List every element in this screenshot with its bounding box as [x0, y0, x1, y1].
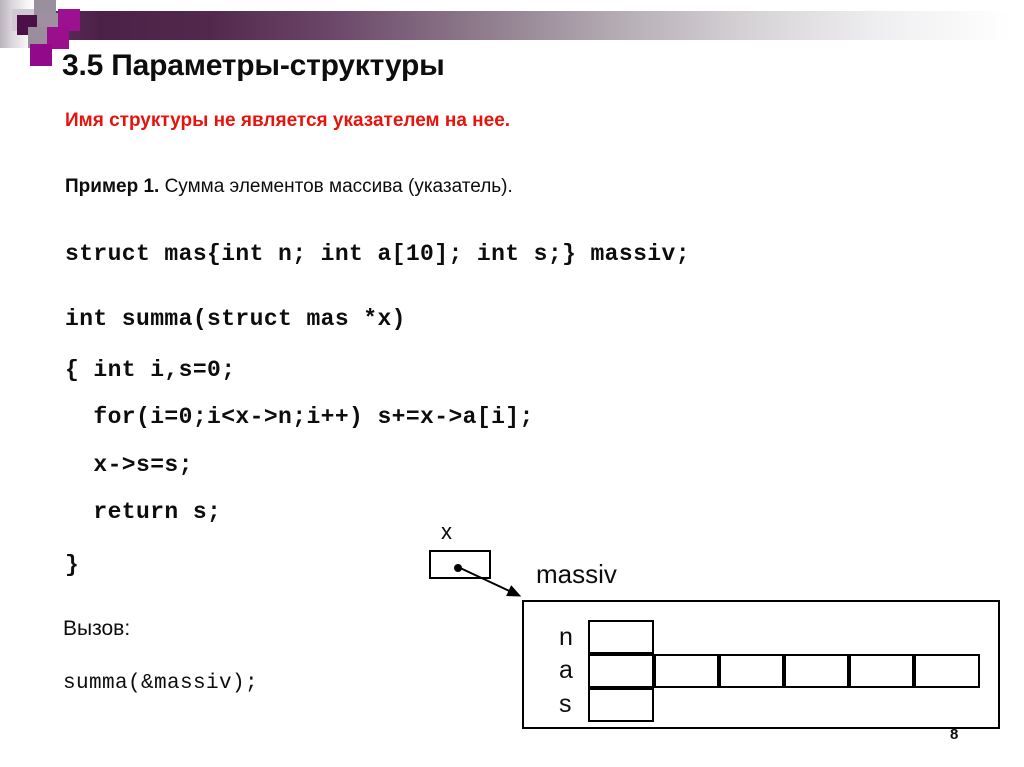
- struct-cell-a-5: [914, 654, 980, 688]
- code-line-assign: x->s=s;: [65, 452, 193, 478]
- code-line-return: return s;: [65, 499, 222, 525]
- code-line-function-signature: int summa(struct mas *x): [65, 306, 406, 332]
- struct-cell-a-0: [588, 654, 654, 688]
- header-banner: [0, 0, 1024, 66]
- code-line-for-loop: for(i=0;i<x->n;i++) s+=x->a[i];: [65, 404, 534, 430]
- field-label-a: a: [559, 656, 573, 684]
- struct-cell-s: [588, 688, 654, 722]
- field-label-s: s: [559, 690, 572, 718]
- sq-magenta-bottom: [30, 44, 52, 66]
- struct-memory-box: n a s: [522, 600, 1000, 729]
- struct-cell-n: [588, 620, 654, 654]
- code-line-call-statement: summa(&massiv);: [63, 672, 259, 695]
- page-title: 3.5 Параметры-структуры: [62, 49, 445, 82]
- struct-cell-a-3: [784, 654, 849, 688]
- example-caption: Пример 1. Сумма элементов массива (указа…: [65, 176, 513, 198]
- pointer-variable-label: x: [441, 519, 452, 544]
- code-line-struct-decl: struct mas{int n; int a[10]; int s;} mas…: [65, 241, 690, 267]
- struct-cell-a-1: [654, 654, 719, 688]
- pointer-variable-box: [429, 550, 491, 579]
- struct-variable-label: massiv: [536, 559, 617, 589]
- example-caption-prefix: Пример 1.: [65, 176, 160, 197]
- page-number: 8: [950, 726, 959, 743]
- struct-cell-a-4: [849, 654, 914, 688]
- code-line-close-brace: }: [65, 552, 80, 578]
- struct-cell-a-2: [719, 654, 784, 688]
- code-line-open-brace: { int i,s=0;: [65, 357, 236, 383]
- pointer-dot-icon: [454, 564, 462, 572]
- field-label-n: n: [559, 623, 573, 651]
- example-caption-rest: Сумма элементов массива (указатель).: [159, 176, 513, 197]
- call-section-label: Вызов:: [63, 617, 131, 640]
- pointer-struct-diagram: x massiv n a s: [420, 505, 1024, 767]
- header-gradient-bar: [0, 11, 1024, 40]
- red-emphasis-note: Имя структуры не является указателем на …: [65, 110, 511, 131]
